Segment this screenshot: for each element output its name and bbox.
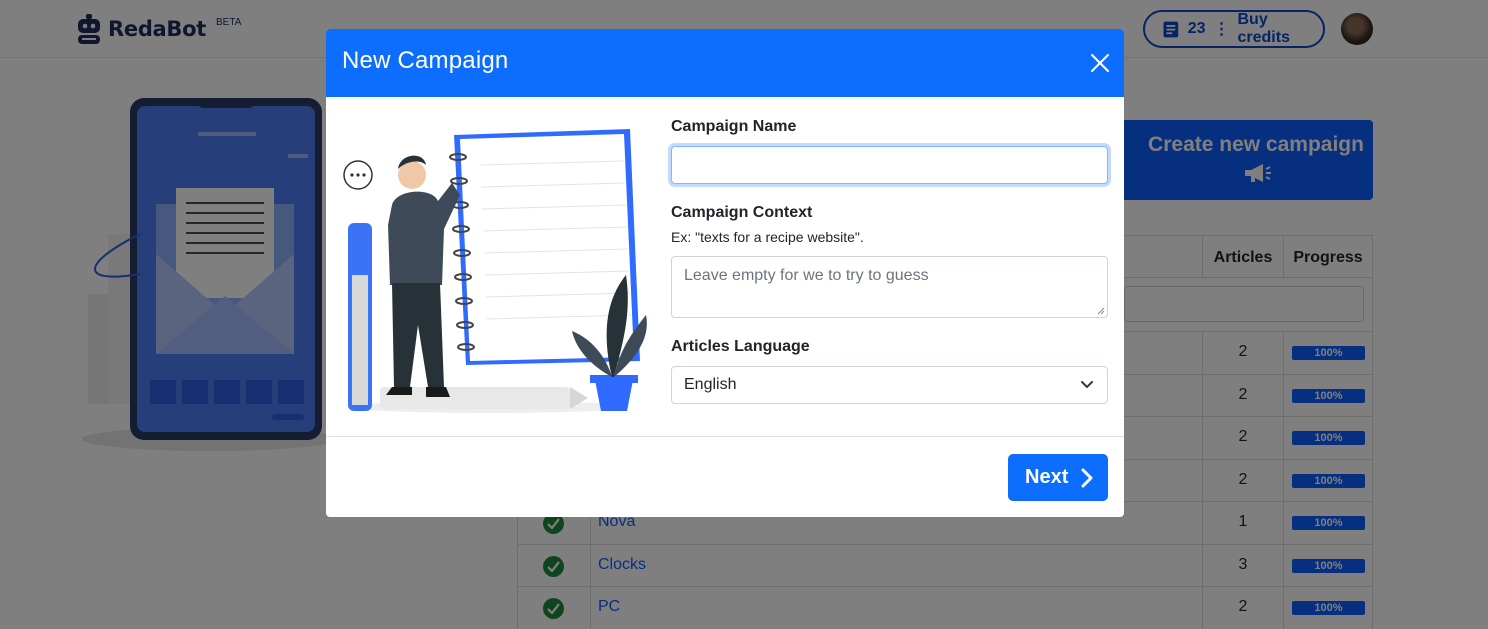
chevron-down-icon: [1081, 381, 1093, 388]
selected-language: English: [684, 376, 737, 393]
campaign-name-label: Campaign Name: [671, 118, 797, 135]
modal-footer: Next: [326, 436, 1124, 517]
next-button[interactable]: Next: [1008, 454, 1108, 501]
next-button-label: Next: [1025, 466, 1069, 488]
close-icon[interactable]: [1090, 53, 1110, 73]
campaign-context-label: Campaign Context: [671, 204, 813, 221]
resize-handle-icon[interactable]: [1097, 307, 1105, 315]
modal-header: New Campaign: [326, 29, 1124, 97]
notebook-thinking-man-illustration: [343, 129, 647, 413]
articles-language-select[interactable]: English: [671, 366, 1108, 404]
campaign-context-placeholder: Leave empty for we to try to guess: [684, 267, 929, 284]
campaign-name-input[interactable]: [671, 146, 1108, 184]
articles-language-label: Articles Language: [671, 338, 810, 355]
modal-title: New Campaign: [342, 47, 509, 74]
chevron-right-icon: [1081, 468, 1093, 487]
campaign-context-textarea[interactable]: Leave empty for we to try to guess: [671, 256, 1108, 318]
new-campaign-modal: New Campaign Campaign Name Campaign Cont…: [326, 29, 1124, 517]
campaign-context-hint: Ex: "texts for a recipe website".: [671, 229, 864, 245]
